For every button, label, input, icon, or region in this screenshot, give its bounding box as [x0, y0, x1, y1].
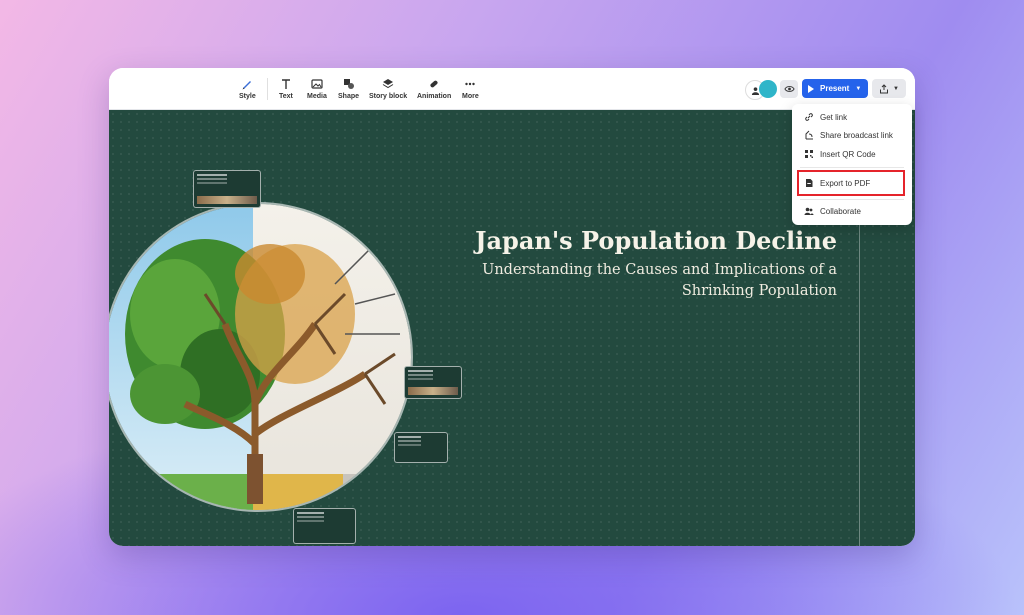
collaborator-avatars[interactable] [745, 80, 779, 100]
tool-label: Media [307, 93, 327, 100]
toolbar: Style Text Media Shape Story block Anima… [109, 68, 915, 110]
avatar [759, 80, 777, 98]
chevron-down-icon: ▼ [855, 85, 862, 92]
slide-thumbnail[interactable] [394, 432, 448, 463]
more-icon [465, 82, 476, 86]
pen-icon [242, 81, 252, 90]
tree-image[interactable] [109, 204, 411, 510]
tool-label: Story block [369, 93, 408, 100]
thumbnail-text-lines [197, 174, 227, 176]
link-icon [805, 113, 813, 121]
tool-story-block[interactable]: Story block [369, 78, 407, 100]
menu-divider [800, 167, 904, 168]
menu-item-get-link[interactable]: Get link [804, 110, 847, 124]
tool-media[interactable]: Media [307, 78, 327, 100]
thumbnail-text-lines [297, 512, 325, 514]
eye-icon [783, 86, 795, 92]
present-button[interactable]: Present ▼ [802, 79, 868, 98]
layers-icon [382, 79, 394, 89]
tool-more[interactable]: More [462, 78, 479, 100]
text-icon [281, 79, 290, 89]
toolbar-divider [267, 78, 268, 100]
tool-animation[interactable]: Animation [417, 78, 451, 100]
thumbnail-text-lines [408, 370, 434, 372]
thumbnail-text-lines [398, 436, 422, 438]
tree-illustration [109, 204, 411, 510]
menu-item-share-broadcast-link[interactable]: Share broadcast link [804, 128, 893, 142]
share-icon [880, 83, 889, 93]
slide-thumbnail[interactable] [404, 366, 462, 399]
thumbnail-image [197, 196, 257, 204]
tool-label: Animation [417, 93, 452, 100]
menu-divider [800, 199, 904, 200]
slide-thumbnail[interactable] [193, 170, 261, 208]
tool-text[interactable]: Text [279, 78, 293, 100]
share-export-button[interactable]: ▼ [872, 79, 906, 98]
slide-thumbnail[interactable] [293, 508, 356, 544]
broadcast-icon [805, 130, 813, 140]
tool-label: Shape [338, 93, 360, 100]
menu-item-label: Get link [820, 112, 848, 122]
highlight-box [797, 170, 905, 196]
tool-shape[interactable]: Shape [338, 78, 359, 100]
tool-label: Style [239, 93, 256, 100]
collaborate-icon [804, 207, 814, 215]
menu-item-label: Share broadcast link [820, 130, 893, 140]
menu-item-collaborate[interactable]: Collaborate [804, 204, 861, 218]
image-icon [311, 79, 323, 89]
qr-code-icon [805, 150, 813, 158]
animation-icon [430, 80, 438, 88]
slide-title[interactable]: Japan's Population Decline [475, 226, 837, 255]
thumbnail-image [408, 387, 458, 395]
tool-label: Text [279, 93, 293, 100]
tool-style[interactable]: Style [239, 78, 256, 100]
menu-item-label: Insert QR Code [820, 149, 876, 159]
share-menu: Get link Share broadcast link Insert QR … [792, 104, 912, 225]
shape-icon [343, 79, 354, 89]
tool-label: More [462, 93, 479, 100]
chevron-down-icon: ▼ [893, 85, 899, 92]
present-label: Present [820, 84, 850, 93]
preview-button[interactable] [780, 80, 798, 98]
play-icon [808, 84, 814, 93]
menu-item-label: Collaborate [820, 206, 861, 216]
slide-subtitle[interactable]: Understanding the Causes and Implication… [477, 260, 837, 302]
menu-item-insert-qr-code[interactable]: Insert QR Code [804, 147, 876, 161]
